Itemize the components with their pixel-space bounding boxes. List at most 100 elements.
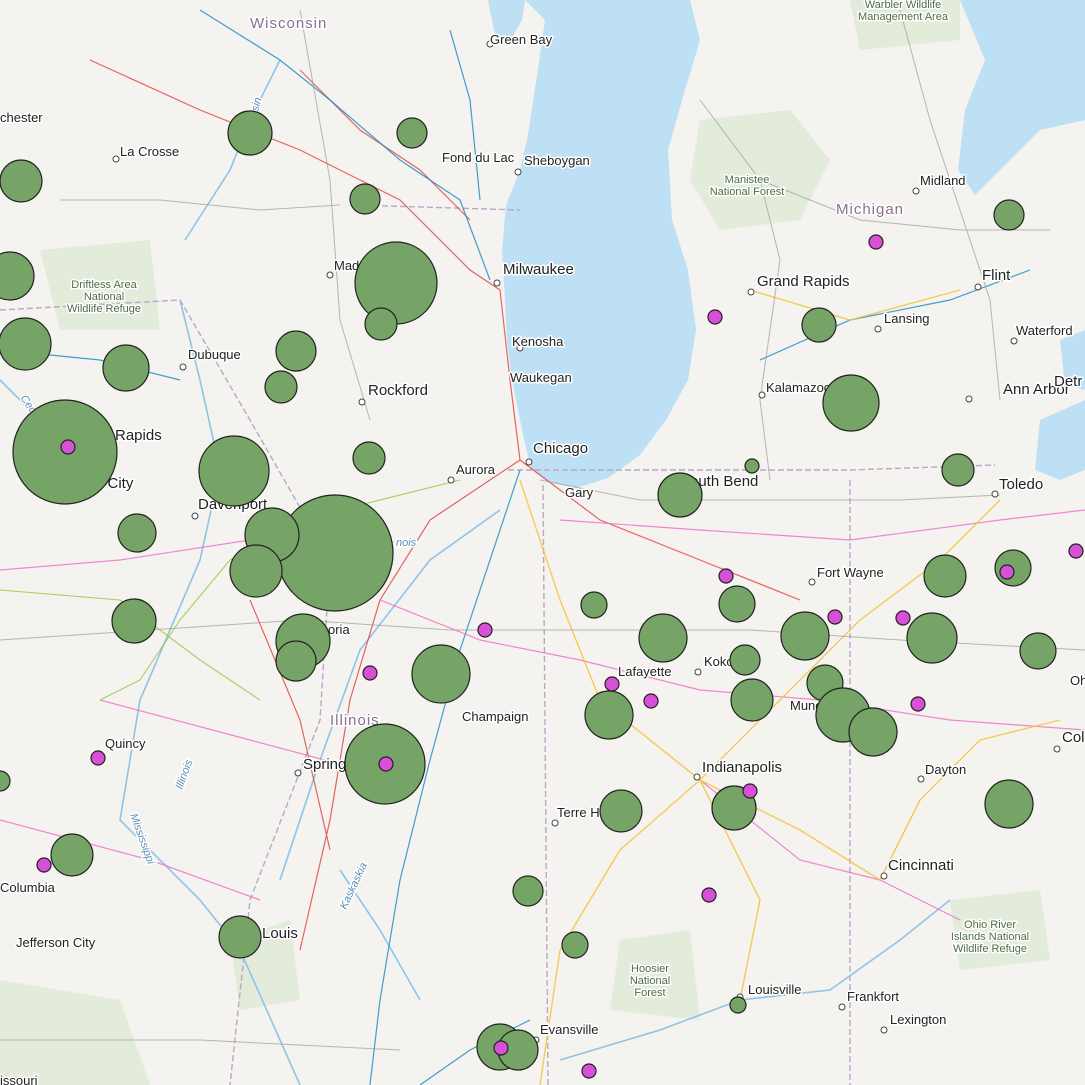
data-bubble[interactable]	[227, 110, 273, 156]
park-label-driftless: Driftless Area	[71, 279, 137, 291]
data-bubble[interactable]	[50, 833, 94, 877]
region-label-wisconsin: Wisconsin	[250, 15, 327, 32]
city-label-st-louis: Louis	[262, 925, 298, 942]
data-bubble[interactable]	[111, 598, 157, 644]
town-dot	[551, 819, 559, 827]
data-bubble[interactable]	[352, 441, 386, 475]
data-bubble[interactable]	[1019, 632, 1057, 670]
town-dot	[1010, 337, 1018, 345]
data-point[interactable]	[643, 693, 659, 709]
data-point[interactable]	[827, 609, 843, 625]
data-bubble[interactable]	[561, 931, 589, 959]
data-bubble[interactable]	[229, 544, 283, 598]
data-bubble[interactable]	[364, 307, 398, 341]
data-bubble[interactable]	[984, 779, 1034, 829]
town-dot	[191, 512, 199, 520]
park-label-warbler: Management Area	[858, 11, 949, 23]
data-bubble[interactable]	[275, 640, 317, 682]
town-dot	[974, 283, 982, 291]
data-bubble[interactable]	[276, 494, 394, 612]
data-bubble[interactable]	[941, 453, 975, 487]
data-bubble[interactable]	[657, 472, 703, 518]
city-label-chicago: Chicago	[533, 440, 588, 457]
data-bubble[interactable]	[780, 611, 830, 661]
park-label-hoosier: National	[630, 975, 670, 987]
data-point[interactable]	[604, 676, 620, 692]
data-bubble[interactable]	[906, 612, 958, 664]
data-bubble[interactable]	[218, 915, 262, 959]
data-point[interactable]	[868, 234, 884, 250]
data-point[interactable]	[1068, 543, 1084, 559]
data-bubble[interactable]	[718, 585, 756, 623]
data-point[interactable]	[742, 783, 758, 799]
data-point[interactable]	[36, 857, 52, 873]
data-point[interactable]	[90, 750, 106, 766]
town-dot	[965, 395, 973, 403]
data-bubble[interactable]	[993, 199, 1025, 231]
town-dot	[874, 325, 882, 333]
data-bubble[interactable]	[729, 996, 747, 1014]
data-bubble[interactable]	[411, 644, 471, 704]
data-bubble[interactable]	[349, 183, 381, 215]
data-point[interactable]	[701, 887, 717, 903]
town-dot	[917, 775, 925, 783]
data-bubble[interactable]	[729, 644, 761, 676]
data-bubble[interactable]	[275, 330, 317, 372]
data-point[interactable]	[493, 1040, 509, 1056]
city-label-flint: Flint	[982, 267, 1011, 284]
park-label-driftless: National	[84, 291, 124, 303]
river-label-illinois-canal: nois	[396, 537, 417, 549]
town-dot	[808, 578, 816, 586]
data-bubble[interactable]	[102, 344, 150, 392]
data-point[interactable]	[718, 568, 734, 584]
city-label-columbus: Col	[1062, 729, 1085, 746]
data-point[interactable]	[378, 756, 394, 772]
park-label-ohio-river: Islands National	[951, 931, 1029, 943]
data-bubble[interactable]	[198, 435, 270, 507]
city-label-fort-wayne: Fort Wayne	[817, 565, 884, 580]
city-label-waukegan: Waukegan	[510, 370, 572, 385]
map-canvas[interactable]: Warbler WildlifeManagement AreaManisteeN…	[0, 0, 1085, 1085]
data-bubble[interactable]	[117, 513, 157, 553]
data-bubble[interactable]	[354, 241, 438, 325]
data-point[interactable]	[707, 309, 723, 325]
data-bubble[interactable]	[801, 307, 837, 343]
data-bubble[interactable]	[923, 554, 967, 598]
park-label-manistee: National Forest	[710, 186, 785, 198]
data-point[interactable]	[362, 665, 378, 681]
data-bubble[interactable]	[730, 678, 774, 722]
city-label-cedar-rapids: Rapids	[115, 427, 162, 444]
data-bubble[interactable]	[396, 117, 428, 149]
data-bubble[interactable]	[580, 591, 608, 619]
city-label-lansing: Lansing	[884, 311, 930, 326]
town-dot	[294, 769, 302, 777]
data-bubble[interactable]	[744, 458, 760, 474]
data-bubble[interactable]	[822, 374, 880, 432]
data-bubble[interactable]	[0, 317, 52, 371]
town-dot	[326, 271, 334, 279]
city-label-kalamazoo: Kalamazoo	[766, 380, 831, 395]
data-bubble[interactable]	[264, 370, 298, 404]
data-bubble[interactable]	[848, 707, 898, 757]
town-dot	[693, 773, 701, 781]
data-bubble[interactable]	[584, 690, 634, 740]
city-label-terre-haute: Terre H	[557, 805, 600, 820]
data-bubble[interactable]	[0, 159, 43, 203]
town-dot	[991, 490, 999, 498]
data-bubble[interactable]	[599, 789, 643, 833]
city-label-quincy: Quincy	[105, 736, 146, 751]
data-point[interactable]	[581, 1063, 597, 1079]
data-point[interactable]	[910, 696, 926, 712]
town-dot	[358, 398, 366, 406]
data-point[interactable]	[60, 439, 76, 455]
city-label-champaign: Champaign	[462, 709, 529, 724]
city-label-madison: Mad	[334, 258, 359, 273]
city-label-grand-rapids: Grand Rapids	[757, 273, 850, 290]
data-point[interactable]	[999, 564, 1015, 580]
data-bubble[interactable]	[512, 875, 544, 907]
data-point[interactable]	[895, 610, 911, 626]
park-label-ohio-river: Wildlife Refuge	[953, 943, 1027, 955]
city-label-aurora: Aurora	[456, 462, 496, 477]
data-bubble[interactable]	[638, 613, 688, 663]
data-point[interactable]	[477, 622, 493, 638]
